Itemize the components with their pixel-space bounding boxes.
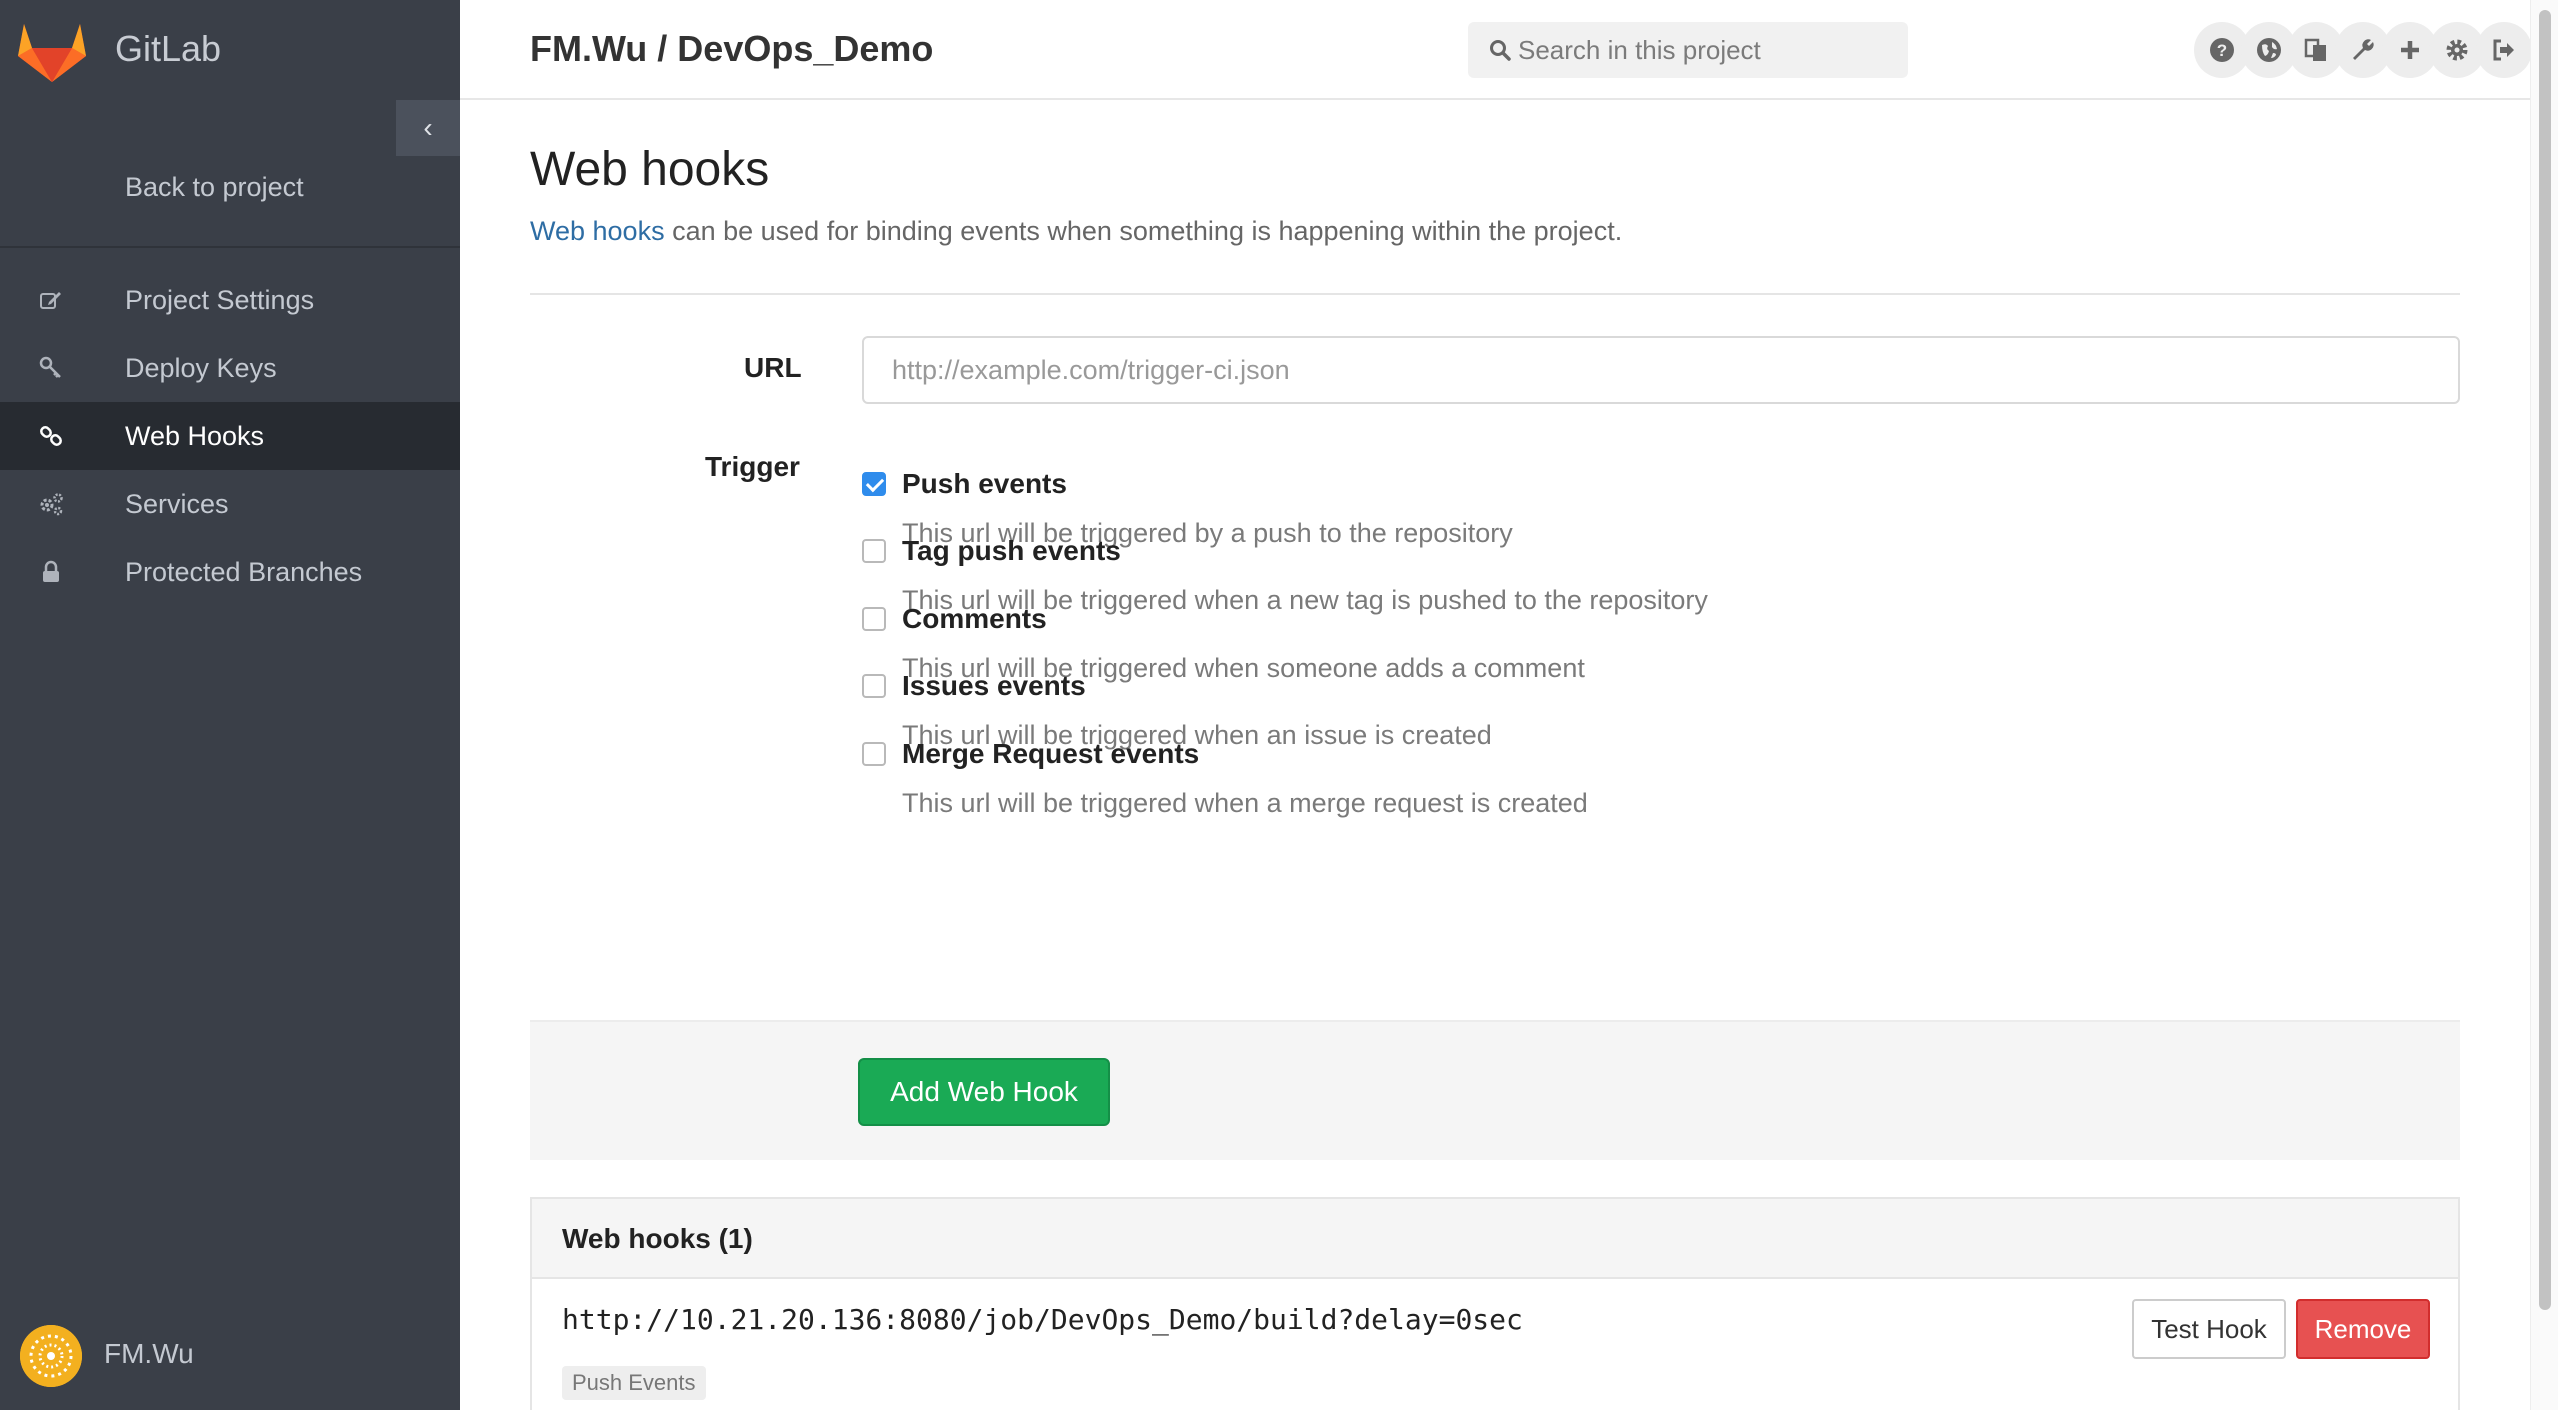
form-actions: Add Web Hook [530,1020,2460,1160]
gear-icon [2446,39,2468,61]
copy-icon [2304,38,2326,61]
url-input[interactable] [862,336,2460,404]
sidebar-item-label: Project Settings [125,284,315,315]
event-badge: Push Events [562,1366,706,1400]
sign-out-icon [2493,39,2514,61]
trigger-title[interactable]: Comments [902,603,1047,635]
sidebar-item-protected-branches[interactable]: Protected Branches [0,538,460,606]
sidebar-item-label: Deploy Keys [125,352,277,383]
sidebar: GitLab ‹ Back to project Project Setting… [0,0,460,1410]
back-to-project-link[interactable]: Back to project [125,172,304,203]
intro-text: Web hooks can be used for binding events… [530,216,1622,247]
globe-icon [2257,38,2281,62]
help-icon: ? [2210,38,2234,62]
trigger-label: Trigger [705,451,800,482]
sidebar-item-deploy-keys[interactable]: Deploy Keys [0,334,460,402]
svg-text:?: ? [2217,41,2227,60]
search-icon [1490,40,1511,61]
header: FM.Wu / DevOps_Demo ? [460,0,2532,100]
section-title: Web hooks [530,143,770,196]
sidebar-item-services[interactable]: Services [0,470,460,538]
plus-icon [2401,41,2419,59]
trigger-title[interactable]: Merge Request events [902,738,1199,770]
web-hooks-help-link[interactable]: Web hooks [530,216,665,246]
remove-hook-button[interactable]: Remove [2296,1299,2430,1359]
tag-push-events-checkbox[interactable] [862,539,886,563]
gitlab-logo-icon [18,24,86,82]
sidebar-item-label: Web Hooks [125,420,265,451]
sidebar-item-project-settings[interactable]: Project Settings [0,266,460,334]
trigger-title[interactable]: Tag push events [902,535,1121,567]
web-hooks-panel: Web hooks (1) http://10.21.20.136:8080/j… [530,1197,2460,1410]
user-profile[interactable]: FM.Wu [0,1310,460,1410]
sidebar-item-web-hooks[interactable]: Web Hooks [0,402,460,470]
scrollbar[interactable] [2530,0,2558,1410]
sidebar-item-label: Services [125,488,229,519]
sidebar-item-label: Protected Branches [125,556,363,587]
push-events-checkbox[interactable] [862,472,886,496]
page-title[interactable]: FM.Wu / DevOps_Demo [530,28,933,70]
add-web-hook-button[interactable]: Add Web Hook [858,1058,1110,1126]
search-input[interactable] [1518,34,1898,66]
user-name: FM.Wu [104,1338,194,1369]
url-label: URL [744,352,802,383]
panel-title: Web hooks (1) [562,1223,753,1254]
key-icon [36,353,66,383]
cogs-icon [36,489,66,519]
trigger-title[interactable]: Issues events [902,670,1086,702]
trigger-description: This url will be triggered when a merge … [902,788,1588,818]
sidebar-nav: Project Settings Deploy Keys Web Hooks S… [0,266,460,606]
test-hook-button[interactable]: Test Hook [2132,1299,2286,1359]
avatar[interactable] [20,1325,82,1387]
search-box[interactable] [1468,22,1908,78]
scrollbar-thumb[interactable] [2539,10,2551,1310]
collapse-sidebar-button[interactable]: ‹ [396,100,460,156]
intro-description: can be used for binding events when some… [664,216,1623,246]
brand[interactable]: GitLab [0,0,460,100]
merge-request-events-checkbox[interactable] [862,742,886,766]
hook-url: http://10.21.20.136:8080/job/DevOps_Demo… [562,1303,1523,1336]
sign-out-button[interactable] [2476,22,2532,78]
sidebar-divider [0,246,460,248]
edit-icon [36,285,66,315]
panel-heading: Web hooks (1) [532,1199,2458,1279]
wrench-icon [2353,39,2374,60]
brand-name: GitLab [115,28,222,69]
link-icon [36,421,66,451]
chevron-left-icon: ‹ [423,112,433,143]
divider [530,293,2460,295]
issues-events-checkbox[interactable] [862,674,886,698]
lock-icon [36,557,66,587]
trigger-title[interactable]: Push events [902,468,1067,500]
comments-checkbox[interactable] [862,607,886,631]
